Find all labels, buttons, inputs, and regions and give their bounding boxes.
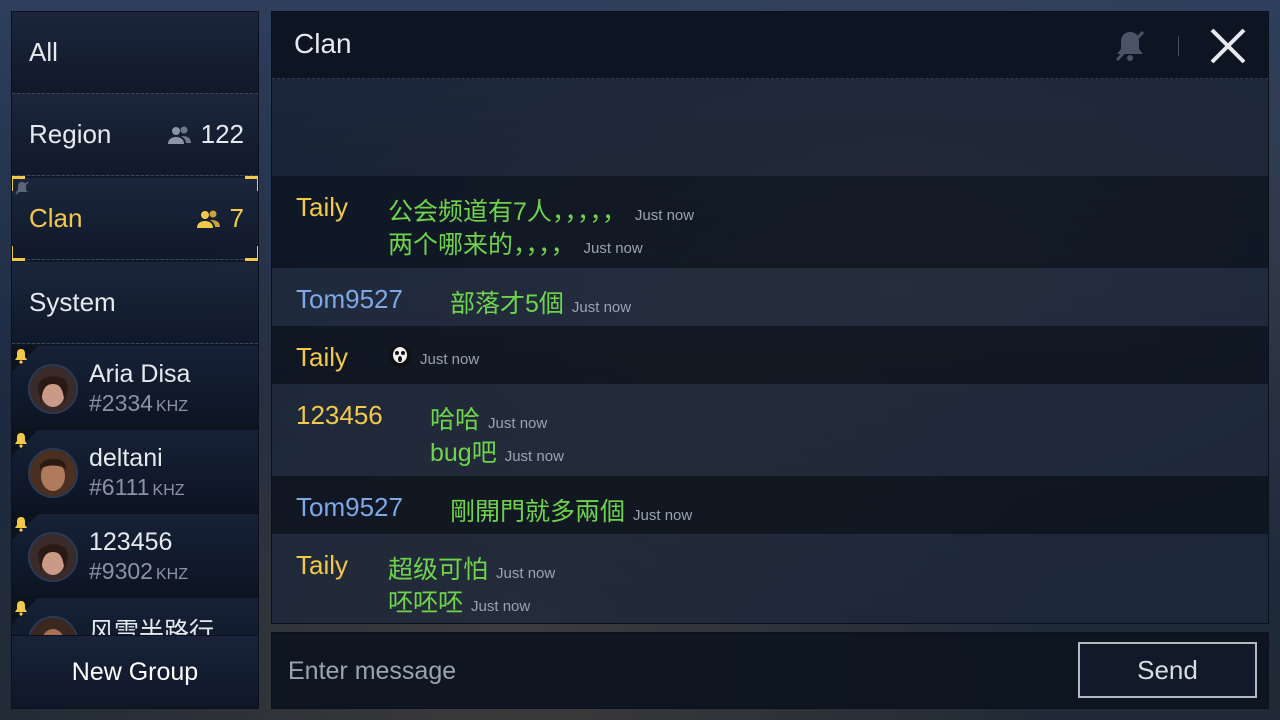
message-row: 123456 哈哈 Just now bug吧 Just now <box>272 384 1268 476</box>
channel-label: Clan <box>29 203 83 233</box>
message-input[interactable] <box>282 641 1080 701</box>
message-row: Tom9527 剛開門就多兩個 Just now <box>272 476 1268 534</box>
mute-notifications-icon[interactable] <box>1110 26 1150 66</box>
message-time: Just now <box>504 448 564 465</box>
channel-label: System <box>29 287 116 317</box>
message-time: Just now <box>571 299 632 316</box>
chat-title: Clan <box>294 28 352 59</box>
avatar <box>28 532 78 582</box>
people-icon <box>167 126 191 144</box>
bell-icon <box>15 433 27 448</box>
message-time: Just now <box>496 565 556 582</box>
message-text: 剛開門就多兩個 <box>450 498 626 526</box>
message-row: Taily Just now <box>272 326 1268 384</box>
message-sender: Tom9527 <box>296 284 403 314</box>
message-time: Just now <box>471 598 531 615</box>
selection-corner <box>245 176 258 191</box>
selection-corner <box>12 176 25 191</box>
send-button[interactable]: Send <box>1078 642 1257 698</box>
contact-item[interactable]: deltani #6111 KHZ <box>12 430 258 514</box>
selection-corner <box>12 246 25 261</box>
member-count: 7 <box>196 203 244 234</box>
contact-tag-unit: KHZ <box>152 482 185 499</box>
channel-sidebar: All Region 122 Clan 7 System Aria Disa #… <box>11 11 259 709</box>
channel-tab-region[interactable]: Region 122 <box>12 94 258 176</box>
bell-icon <box>15 517 27 532</box>
contact-tag-unit: KHZ <box>155 566 188 583</box>
contact-tag: #9302 KHZ <box>89 558 188 585</box>
bell-icon <box>15 601 27 616</box>
message-time: Just now <box>583 240 643 257</box>
message-text: 两个哪来的，，，， <box>388 231 576 259</box>
message-input-bar: Send <box>271 632 1269 709</box>
channel-tab-all[interactable]: All <box>12 12 258 94</box>
message-text: 公会频道有7人，，，，， <box>388 198 627 226</box>
avatar <box>28 448 78 498</box>
message-line: bug吧 Just now <box>430 433 564 469</box>
message-row: Taily 公会频道有7人，，，，， Just now 两个哪来的，，，， Just… <box>272 176 1268 268</box>
message-text: 哈哈 <box>430 406 481 434</box>
contact-tag-id: #9302 <box>89 558 153 584</box>
message-time: Just now <box>634 207 695 224</box>
message-sender: Taily <box>296 342 349 372</box>
bell-icon <box>15 349 27 364</box>
message-text: 部落才5個 <box>450 290 564 318</box>
message-sender: 123456 <box>296 400 383 430</box>
message-line: 超级可怕 Just now <box>388 550 555 586</box>
contact-tag: #6111 KHZ <box>89 474 185 501</box>
contact-tag-id: #6111 <box>89 474 150 500</box>
contact-tag-id: #2334 <box>89 390 153 416</box>
message-text: 超级可怕 <box>388 556 489 584</box>
contact-tag: #2334 KHZ <box>89 390 188 417</box>
message-line: 公会频道有7人，，，，， Just now <box>388 192 694 228</box>
contact-item[interactable]: Aria Disa #2334 KHZ <box>12 346 258 430</box>
message-row: Taily 超级可怕 Just now 呸呸呸 Just now <box>272 534 1268 623</box>
member-count-value: 7 <box>229 203 244 233</box>
contact-item[interactable]: 123456 #9302 KHZ <box>12 514 258 598</box>
member-count: 122 <box>167 119 244 150</box>
channel-label: Region <box>29 119 112 149</box>
message-line: 两个哪来的，，，， Just now <box>388 225 643 261</box>
message-line: 剛開門就多兩個 Just now <box>450 492 692 528</box>
channel-label: All <box>29 37 58 67</box>
header-divider <box>1178 36 1179 56</box>
message-time: Just now <box>633 507 693 524</box>
message-text: bug吧 <box>430 439 497 467</box>
chat-panel: Clan Taily 公会频道有7人，，，，， Just now 两个哪来的，，，… <box>271 11 1269 624</box>
message-line: Just now <box>388 342 479 371</box>
contact-tag-unit: KHZ <box>155 398 188 415</box>
member-count-value: 122 <box>200 119 244 149</box>
selection-corner <box>245 246 258 261</box>
message-time: Just now <box>488 415 548 432</box>
people-icon <box>196 210 220 228</box>
channel-tab-system[interactable]: System <box>12 262 258 344</box>
message-sender: Tom9527 <box>296 492 403 522</box>
avatar <box>28 364 78 414</box>
chat-header: Clan <box>272 12 1268 79</box>
message-time: Just now <box>420 351 480 368</box>
contact-name: 123456 <box>89 528 173 556</box>
contact-name: deltani <box>89 444 163 472</box>
message-line: 哈哈 Just now <box>430 400 547 436</box>
message-sender: Taily <box>296 550 349 580</box>
message-sender: Taily <box>296 192 349 222</box>
close-icon[interactable] <box>1208 26 1248 66</box>
message-line: 部落才5個 Just now <box>450 284 631 320</box>
message-row: Tom9527 部落才5個 Just now <box>272 268 1268 326</box>
skull-emoji-icon <box>389 345 411 367</box>
message-text: 呸呸呸 <box>388 589 464 617</box>
contact-name: Aria Disa <box>89 360 191 388</box>
new-group-button[interactable]: New Group <box>12 635 258 708</box>
message-line: 呸呸呸 Just now <box>388 583 530 619</box>
channel-tab-clan[interactable]: Clan 7 <box>12 176 258 261</box>
